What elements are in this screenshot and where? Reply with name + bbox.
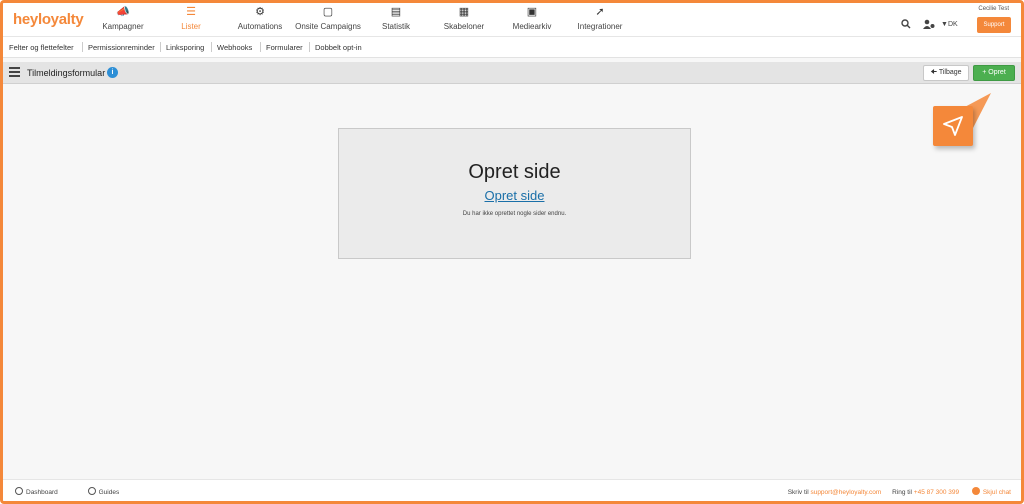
subnav-linksporing[interactable]: Linksporing	[166, 43, 204, 52]
footer-dashboard-link[interactable]: Dashboard	[15, 487, 72, 496]
footer-write-prefix: Skriv til	[787, 489, 809, 496]
divider	[211, 42, 212, 52]
divider	[309, 42, 310, 52]
subnav-formularer[interactable]: Formularer	[266, 43, 303, 52]
support-phone-link[interactable]: +45 87 300 399	[914, 489, 959, 496]
create-button[interactable]: + Opret	[973, 65, 1015, 81]
brand-logo[interactable]: heyloyalty	[13, 11, 84, 28]
subnav-permissionreminder[interactable]: Permissionreminder	[88, 43, 155, 52]
arrow-left-icon: 🠈	[930, 69, 937, 76]
subnav-webhooks[interactable]: Webhooks	[217, 43, 252, 52]
guides-icon	[87, 487, 96, 495]
support-button[interactable]: Support	[977, 17, 1011, 33]
empty-state-message: Du har ikke oprettet nogle sider endnu.	[462, 211, 567, 217]
page-title: Tilmeldingsformular	[27, 68, 106, 78]
nav-item-label: Integrationer	[577, 22, 623, 31]
create-button-label: Opret	[988, 69, 1006, 76]
sub-navigation: Felter og flettefelter Permissionreminde…	[3, 37, 1021, 58]
user-settings-icon[interactable]	[923, 19, 935, 32]
cursor-hint-icon	[933, 106, 973, 146]
divider	[160, 42, 161, 52]
footer-guides-label: Guides	[98, 489, 120, 496]
search-icon[interactable]	[901, 19, 911, 32]
nav-item-label: Kampagner	[102, 22, 144, 31]
footer: Dashboard Guides Skriv til support@heylo…	[3, 479, 1021, 501]
footer-guides-link[interactable]: Guides	[87, 487, 134, 496]
plug-icon: ➚	[595, 6, 605, 18]
nav-item-label: Mediearkiv	[512, 22, 552, 31]
dashboard-icon	[15, 487, 23, 495]
hide-chat-label: Skjul chat	[982, 489, 1011, 496]
nav-item-label: Lister	[181, 22, 201, 31]
footer-call-prefix: Ring til	[892, 489, 912, 496]
page-toolbar: Tilmeldingsformular i 🠈 Tilbage + Opret	[3, 62, 1021, 84]
footer-dashboard-label: Dashboard	[26, 489, 58, 496]
nav-item-integrationer[interactable]: ➚ Integrationer	[555, 6, 645, 31]
empty-state-heading: Opret side	[468, 161, 561, 183]
top-navigation: heyloyalty 📣 Kampagner ☰ Lister ⚙ Automa…	[3, 3, 1021, 37]
nav-item-label: Skabeloner	[443, 22, 485, 31]
create-page-link[interactable]: Opret side	[339, 188, 690, 203]
user-tools: Cecilie Test ▼DK Support	[901, 3, 1011, 37]
language-label: DK	[947, 21, 958, 28]
divider	[260, 42, 261, 52]
user-name: Cecilie Test	[978, 6, 1009, 12]
info-icon[interactable]: i	[107, 67, 118, 78]
support-email-link[interactable]: support@heyloyalty.com	[810, 489, 881, 496]
hide-chat-button[interactable]: Skjul chat	[971, 487, 1011, 496]
divider	[82, 42, 83, 52]
back-button-label: Tilbage	[938, 69, 962, 76]
empty-state-card: Opret side Opret side Du har ikke oprett…	[338, 128, 691, 259]
plus-icon: +	[982, 69, 987, 76]
back-button[interactable]: 🠈 Tilbage	[923, 65, 969, 81]
chat-icon	[971, 487, 980, 495]
nav-item-label: Automations	[237, 22, 283, 31]
app-window: heyloyalty 📣 Kampagner ☰ Lister ⚙ Automa…	[0, 0, 1024, 504]
subnav-dobbelt-opt-in[interactable]: Dobbelt opt-in	[315, 43, 362, 52]
subnav-felter-og-flettefelter[interactable]: Felter og flettefelter	[9, 43, 74, 52]
language-selector[interactable]: ▼DK	[941, 21, 958, 28]
list-icon	[9, 67, 20, 77]
nav-item-label: Statistik	[381, 22, 410, 31]
